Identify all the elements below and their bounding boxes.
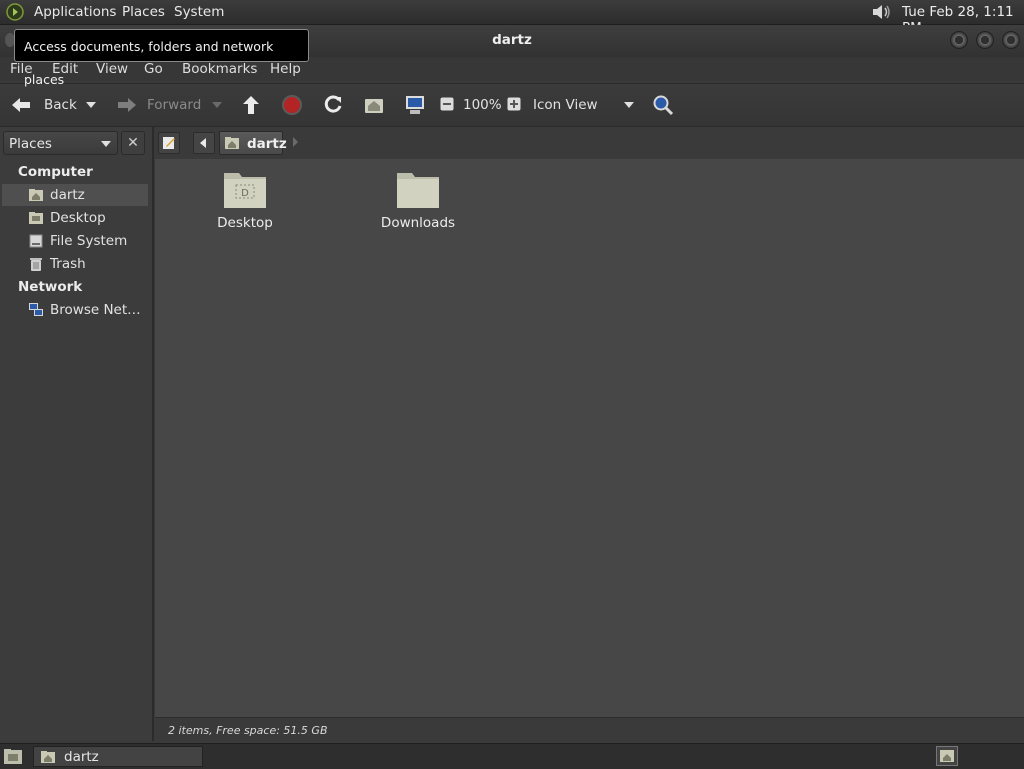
maximize-button[interactable]: [976, 31, 994, 49]
file-name: Desktop: [217, 215, 273, 231]
sidebar-places-combo[interactable]: Places: [3, 131, 118, 155]
path-bar: dartz: [155, 127, 1024, 159]
up-arrow-icon[interactable]: [240, 94, 262, 116]
sidebar-item-label: dartz: [50, 187, 85, 203]
back-history-dropdown[interactable]: [86, 102, 96, 108]
sidebar-close-button[interactable]: ✕: [121, 131, 145, 155]
home-icon[interactable]: [363, 94, 385, 116]
back-button[interactable]: Back: [44, 97, 77, 113]
menu-bookmarks[interactable]: Bookmarks: [182, 61, 257, 77]
sidebar-item-label: Trash: [50, 256, 86, 272]
top-panel: Applications Places System Tue Feb 28, 1…: [0, 0, 1024, 36]
desktop-folder-icon: D: [223, 169, 267, 209]
sidebar-item-trash[interactable]: Trash: [2, 253, 148, 275]
menu-view[interactable]: View: [96, 61, 128, 77]
file-name: Downloads: [380, 215, 456, 231]
zoom-out-icon[interactable]: [440, 97, 454, 111]
sidebar: Places ✕ Computer dartz Desktop File Sys…: [0, 127, 154, 741]
status-bar: 2 items, Free space: 51.5 GB: [155, 717, 1024, 743]
trash-icon: [28, 256, 44, 272]
desktop-folder-icon: [28, 210, 44, 226]
home-folder-icon: [40, 749, 56, 765]
reload-icon[interactable]: [322, 94, 344, 116]
tooltip: Access documents, folders and network pl…: [14, 29, 309, 87]
workspace-switcher[interactable]: [936, 746, 958, 766]
taskbar-item-dartz[interactable]: dartz: [33, 746, 203, 767]
file-item-desktop[interactable]: D Desktop: [190, 159, 300, 231]
network-icon: [28, 302, 44, 318]
computer-icon[interactable]: [404, 94, 426, 116]
home-folder-icon: [28, 187, 44, 203]
toolbar: Back Forward 100% Icon View: [0, 83, 1024, 127]
sidebar-item-label: Desktop: [50, 210, 106, 226]
sidebar-item-label: Browse Net…: [50, 302, 141, 318]
show-desktop-icon[interactable]: [3, 747, 23, 765]
sidebar-heading-network: Network: [18, 279, 83, 295]
chevron-down-icon: [101, 141, 111, 147]
taskbar-item-label: dartz: [64, 749, 99, 765]
status-text: 2 items, Free space: 51.5 GB: [168, 724, 328, 737]
sidebar-item-dartz[interactable]: dartz: [2, 184, 148, 206]
zoom-level[interactable]: 100%: [463, 97, 502, 113]
stop-icon[interactable]: [281, 94, 303, 116]
speaker-icon[interactable]: [870, 2, 894, 22]
path-crumb-dartz[interactable]: dartz: [219, 131, 287, 155]
forward-history-dropdown[interactable]: [212, 102, 222, 108]
sidebar-combo-label: Places: [9, 136, 52, 152]
path-crumb-label: dartz: [247, 136, 287, 152]
search-icon[interactable]: [652, 94, 674, 116]
location-edit-icon[interactable]: [158, 132, 180, 154]
back-arrow-icon[interactable]: [10, 95, 34, 115]
menu-help[interactable]: Help: [270, 61, 301, 77]
forward-arrow-icon[interactable]: [114, 95, 138, 115]
places-menu[interactable]: Places: [122, 4, 165, 20]
minimize-button[interactable]: [950, 31, 968, 49]
folder-icon: [396, 169, 440, 209]
drive-icon: [28, 233, 44, 249]
sidebar-item-browse-network[interactable]: Browse Net…: [2, 299, 148, 321]
close-button[interactable]: [1002, 31, 1020, 49]
sidebar-item-desktop[interactable]: Desktop: [2, 207, 148, 229]
svg-text:D: D: [241, 188, 249, 199]
bottom-panel: dartz: [0, 743, 1024, 769]
sidebar-heading-computer: Computer: [18, 164, 93, 180]
home-folder-icon: [224, 135, 240, 151]
view-mode-select[interactable]: Icon View: [533, 97, 598, 113]
system-menu[interactable]: System: [174, 4, 224, 20]
path-scroll-right-button[interactable]: [293, 137, 298, 147]
sidebar-item-label: File System: [50, 233, 128, 249]
forward-button[interactable]: Forward: [147, 97, 201, 113]
file-view[interactable]: D Desktop Downloads: [155, 159, 1024, 717]
path-scroll-left-button[interactable]: [193, 132, 215, 154]
applications-menu[interactable]: Applications: [34, 4, 116, 20]
zoom-in-icon[interactable]: [507, 97, 521, 111]
sidebar-item-filesystem[interactable]: File System: [2, 230, 148, 252]
file-item-downloads[interactable]: Downloads: [363, 159, 473, 231]
gnome-foot-icon[interactable]: [6, 3, 24, 21]
menu-go[interactable]: Go: [144, 61, 163, 77]
view-mode-dropdown[interactable]: [624, 102, 634, 108]
